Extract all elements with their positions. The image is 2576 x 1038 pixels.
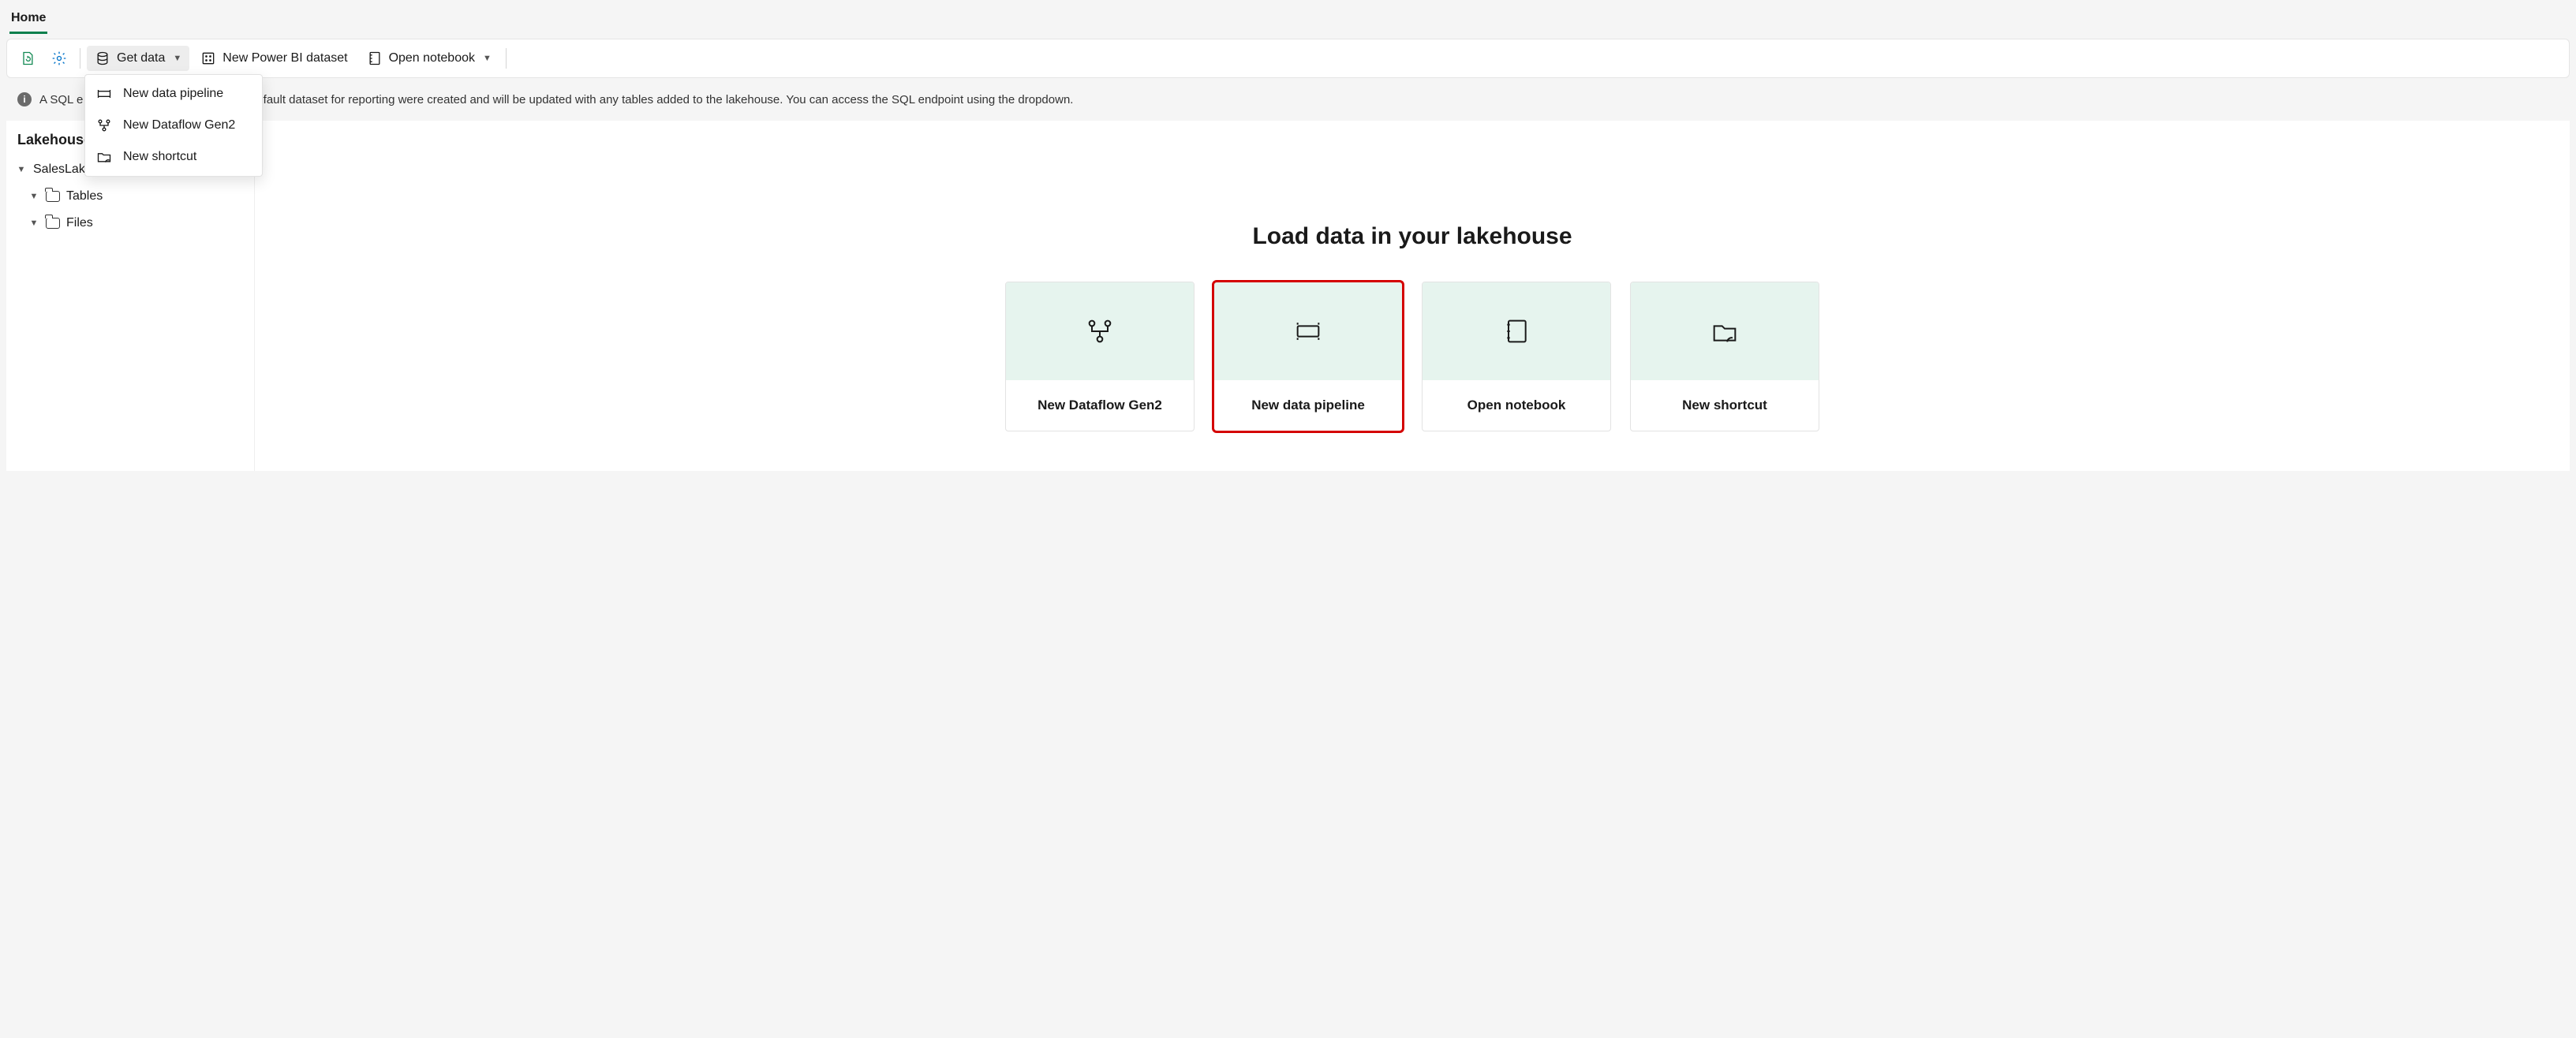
card-illustration [1006, 282, 1194, 380]
get-data-dropdown: New data pipeline New Dataflow Gen2 New … [84, 74, 263, 177]
tree-item-label: Files [66, 216, 93, 230]
chevron-down-icon: ▼ [173, 54, 181, 63]
chevron-down-icon: ▼ [483, 54, 492, 63]
chevron-down-icon: ▼ [16, 165, 27, 174]
notebook-icon [367, 50, 383, 66]
main-panel: Load data in your lakehouse New Dataflow… [255, 121, 2570, 471]
tree-item-label: Tables [66, 189, 103, 203]
dataflow-icon [1084, 316, 1116, 347]
card-label: New Dataflow Gen2 [1006, 380, 1194, 431]
new-dataset-button[interactable]: New Power BI dataset [193, 46, 355, 71]
dataflow-icon [96, 118, 112, 133]
dataset-grid-icon [200, 50, 216, 66]
menu-item-label: New Dataflow Gen2 [123, 118, 235, 133]
tab-home[interactable]: Home [9, 6, 47, 34]
card-illustration [1423, 282, 1610, 380]
pipeline-icon [1292, 316, 1324, 347]
info-text-prefix: A SQL e [39, 93, 83, 106]
folder-icon [46, 218, 60, 229]
refresh-page-icon [20, 50, 36, 66]
tab-bar: Home [0, 0, 2576, 34]
card-illustration [1631, 282, 1819, 380]
toolbar: Get data ▼ New Power BI dataset Open not… [6, 39, 2570, 78]
menu-new-shortcut[interactable]: New shortcut [85, 141, 262, 173]
menu-item-label: New data pipeline [123, 87, 223, 101]
card-open-notebook[interactable]: Open notebook [1422, 282, 1611, 431]
new-dataset-label: New Power BI dataset [222, 51, 347, 65]
card-illustration [1214, 282, 1402, 380]
gear-icon [51, 50, 67, 66]
folder-shortcut-icon [96, 149, 112, 165]
notebook-icon [1501, 316, 1532, 347]
get-data-button[interactable]: Get data ▼ [87, 46, 189, 71]
refresh-button[interactable] [13, 44, 42, 73]
open-notebook-button[interactable]: Open notebook ▼ [359, 46, 499, 71]
info-bar: i A SQL e efault dataset for reporting w… [6, 84, 2570, 114]
toolbar-separator [506, 48, 507, 69]
card-new-shortcut[interactable]: New shortcut [1630, 282, 1819, 431]
card-label: New data pipeline [1214, 380, 1402, 431]
menu-new-data-pipeline[interactable]: New data pipeline [85, 78, 262, 110]
folder-shortcut-icon [1709, 316, 1740, 347]
tree-node-files[interactable]: ▼ Files [11, 210, 249, 237]
main-heading: Load data in your lakehouse [279, 223, 2546, 250]
info-icon: i [17, 92, 32, 106]
info-text: efault dataset for reporting were create… [256, 93, 1073, 106]
card-label: Open notebook [1423, 380, 1610, 431]
folder-icon [46, 191, 60, 202]
settings-button[interactable] [45, 44, 73, 73]
get-data-label: Get data [117, 51, 165, 65]
card-new-dataflow-gen2[interactable]: New Dataflow Gen2 [1005, 282, 1195, 431]
load-data-cards: New Dataflow Gen2 New data pipeline [279, 282, 2546, 431]
open-notebook-label: Open notebook [389, 51, 475, 65]
pipeline-icon [96, 86, 112, 102]
menu-item-label: New shortcut [123, 150, 196, 164]
chevron-down-icon: ▼ [28, 192, 39, 201]
database-import-icon [95, 50, 110, 66]
content-area: Lakehouse ▼ SalesLakehouse ▼ Tables ▼ Fi… [6, 121, 2570, 471]
card-new-data-pipeline[interactable]: New data pipeline [1213, 282, 1403, 431]
card-label: New shortcut [1631, 380, 1819, 431]
chevron-down-icon: ▼ [28, 218, 39, 228]
menu-new-dataflow-gen2[interactable]: New Dataflow Gen2 [85, 110, 262, 141]
tree-node-tables[interactable]: ▼ Tables [11, 183, 249, 210]
